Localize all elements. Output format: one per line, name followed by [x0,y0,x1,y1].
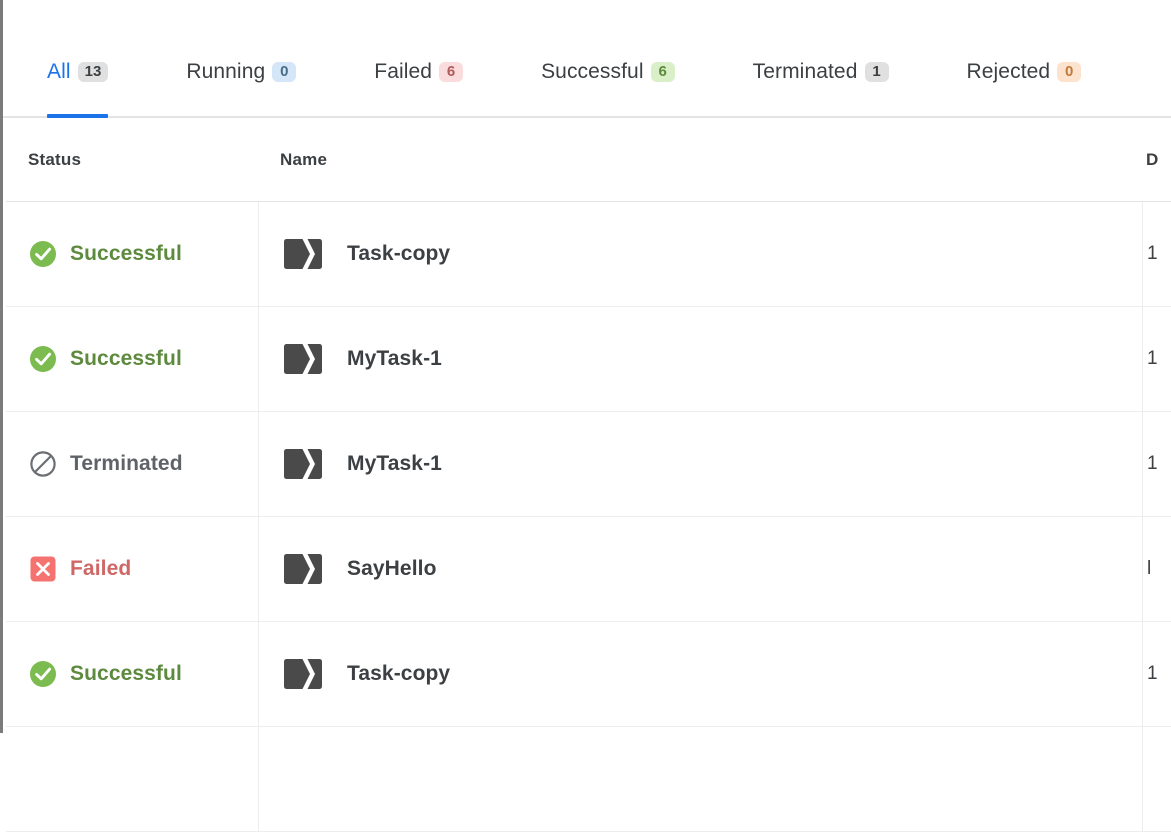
status-filter-tabstrip: All 13 Running 0 Failed 6 Successful 6 T… [3,46,1171,118]
task-name: MyTask-1 [347,452,442,475]
cell-status: Terminated [6,412,258,516]
tab-successful[interactable]: Successful 6 [541,46,675,116]
tab-failed-label: Failed [374,60,433,83]
cell-status: Successful [6,307,258,411]
column-header-date[interactable]: D [1142,150,1171,170]
task-name: SayHello [347,557,437,580]
date-value: 1 [1147,453,1158,474]
table-row[interactable]: Successful Task-copy 1 [6,202,1171,307]
task-name-wrap: MyTask-1 [281,339,442,379]
cell-status: Successful [6,202,258,306]
tab-terminated-label: Terminated [752,60,858,83]
task-name-wrap: Task-copy [281,234,450,274]
status-label: Failed [70,557,132,580]
task-icon [284,239,322,269]
cell-date: 1 [1142,307,1171,411]
tab-all-label: All [47,60,71,83]
column-header-status[interactable]: Status [6,150,258,170]
table-row[interactable]: Successful MyTask-1 1 [6,307,1171,412]
cell-date: 1 [1142,412,1171,516]
cell-name: SayHello [258,517,1142,621]
cell-date: 1 [1142,202,1171,306]
task-icon [284,344,322,374]
date-value: 1 [1147,663,1158,684]
date-value: 1 [1147,243,1158,264]
tab-failed[interactable]: Failed 6 [374,46,464,116]
table-row[interactable]: Successful Task-copy 1 [6,622,1171,727]
column-header-name[interactable]: Name [258,150,1142,170]
tab-failed-count: 6 [439,61,464,83]
table-row[interactable]: Terminated MyTask-1 1 [6,412,1171,517]
task-name: Task-copy [347,242,451,265]
status-badge: Successful [28,659,182,689]
status-badge: Successful [28,239,182,269]
tab-all[interactable]: All 13 [47,46,109,118]
tab-all-count: 13 [77,61,109,83]
cell-status [6,727,258,831]
cell-date: l [1142,517,1171,621]
task-list-panel: All 13 Running 0 Failed 6 Successful 6 T… [0,0,1171,832]
cell-status: Successful [6,622,258,726]
cell-date: 1 [1142,622,1171,726]
tab-rejected[interactable]: Rejected 0 [967,46,1082,116]
tab-running[interactable]: Running 0 [186,46,297,116]
block-circle-icon [30,451,56,477]
status-label: Terminated [70,452,183,475]
tab-rejected-count: 0 [1057,61,1082,83]
tab-successful-label: Successful [541,60,644,83]
task-name-wrap: MyTask-1 [281,444,442,484]
status-label: Successful [70,242,182,265]
check-circle-icon [30,346,56,372]
table-header-row: Status Name D [6,118,1171,202]
check-circle-icon [30,661,56,687]
error-square-icon [30,556,56,582]
tab-rejected-label: Rejected [966,60,1051,83]
status-badge: Failed [28,554,131,584]
tab-running-label: Running [186,60,266,83]
check-circle-icon [30,241,56,267]
status-label: Successful [70,347,182,370]
status-filter-tabs: All 13 Running 0 Failed 6 Successful 6 T… [3,46,1171,118]
table-row[interactable] [6,727,1171,832]
task-name: MyTask-1 [347,347,442,370]
task-name-wrap: Task-copy [281,654,450,694]
cell-status: Failed [6,517,258,621]
date-value: l [1147,558,1152,579]
table-row[interactable]: Failed SayHello l [6,517,1171,622]
task-icon [284,554,322,584]
status-badge: Successful [28,344,182,374]
task-icon [284,659,322,689]
cell-name: Task-copy [258,202,1142,306]
cell-date [1142,727,1171,831]
cell-name: Task-copy [258,622,1142,726]
tab-running-count: 0 [272,61,297,83]
tab-terminated[interactable]: Terminated 1 [753,46,889,116]
task-table: Status Name D Successful Task-copy 1 Suc… [6,118,1171,832]
status-label: Successful [70,662,182,685]
task-icon [284,449,322,479]
tab-successful-count: 6 [650,61,675,83]
status-badge: Terminated [28,449,183,479]
task-name: Task-copy [347,662,451,685]
cell-name: MyTask-1 [258,307,1142,411]
cell-name [258,727,1142,831]
date-value: 1 [1147,348,1158,369]
task-name-wrap: SayHello [281,549,437,589]
tab-terminated-count: 1 [864,61,889,83]
cell-name: MyTask-1 [258,412,1142,516]
